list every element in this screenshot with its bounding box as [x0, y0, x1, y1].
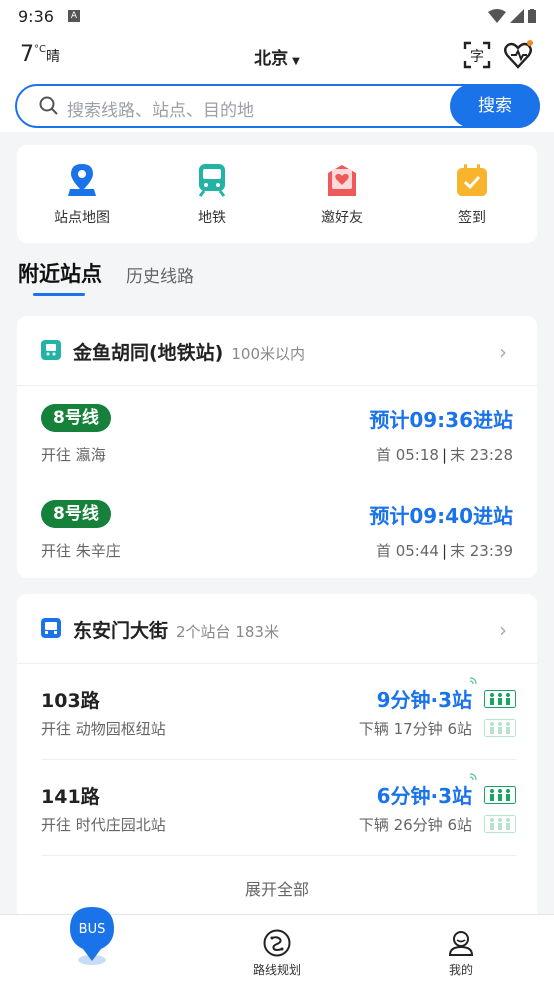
station-name: 东安门大街: [73, 620, 169, 642]
nav-route-planning[interactable]: 路线规划: [217, 915, 337, 984]
nav-label: 我的: [448, 963, 473, 977]
route-direction: 开往 动物园枢纽站: [41, 720, 166, 738]
arrival-estimate: 6分钟·3站: [376, 784, 472, 808]
city-selector[interactable]: 北京 ▼: [254, 49, 300, 69]
chevron-right-icon: ›: [499, 618, 507, 642]
station-distance: 2个站台 183米: [176, 623, 279, 641]
status-time: 9:36: [18, 6, 54, 26]
search-icon: [39, 96, 58, 115]
quick-action-checkin[interactable]: 签到: [407, 145, 537, 243]
bus-route-row[interactable]: 103路 开往 动物园枢纽站 9分钟·3站 下辆 17分钟 6站: [41, 664, 516, 760]
search-input[interactable]: 搜索线路、站点、目的地: [67, 96, 254, 121]
service-hours: 首 05:44 | 末 23:39: [376, 540, 513, 561]
line-badge: 8号线: [41, 500, 111, 528]
nav-bus-tab[interactable]: BUS: [70, 907, 114, 967]
bottom-nav: BUS 路线规划 我的: [0, 907, 554, 984]
line-direction: 开往 朱辛庄: [41, 542, 121, 560]
station-name: 金鱼胡同(地铁站): [73, 342, 224, 364]
crowd-level-icon: [484, 690, 516, 708]
quick-action-invite[interactable]: 邀好友: [277, 145, 407, 243]
service-hours: 首 05:18 | 末 23:28: [376, 444, 513, 465]
weather-condition: 晴: [45, 49, 60, 65]
route-direction: 开往 时代庄园北站: [41, 816, 166, 834]
expand-all-button[interactable]: 展开全部: [17, 876, 537, 900]
user-profile-icon: [448, 931, 474, 956]
wifi-icon: [488, 9, 506, 23]
tab-nearby-stations[interactable]: 附近站点: [18, 258, 102, 288]
line-direction: 开往 瀛海: [41, 446, 106, 464]
heart-care-icon[interactable]: [503, 40, 533, 70]
next-bus-info: 下辆 17分钟 6站: [358, 720, 472, 738]
line-badge: 8号线: [41, 404, 111, 432]
bus-station-card: 东安门大街 2个站台 183米 › 103路 开往 动物园枢纽站 9分钟·3站 下…: [17, 594, 537, 914]
crowd-level-icon: [484, 815, 516, 833]
first-train: 首 05:18: [375, 446, 439, 464]
station-header[interactable]: 东安门大街 2个站台 183米 ›: [17, 594, 537, 664]
station-header[interactable]: 金鱼胡同(地铁站) 100米以内 ›: [17, 316, 537, 386]
subway-station-card: 金鱼胡同(地铁站) 100米以内 › 8号线 开往 瀛海 预计09:36进站 首 …: [17, 316, 537, 578]
last-train: 末 23:28: [450, 446, 513, 464]
signal-icon: [510, 9, 524, 23]
caret-down-icon: ▼: [292, 56, 300, 67]
quick-action-subway[interactable]: 地铁: [147, 145, 277, 243]
temperature: 7: [20, 42, 34, 67]
quick-action-label: 站点地图: [54, 210, 110, 226]
realtime-signal-icon: [470, 773, 477, 780]
last-train: 末 23:39: [450, 542, 513, 560]
crowd-level-icon: [484, 719, 516, 737]
quick-action-label: 签到: [458, 210, 486, 226]
crowd-level-icon: [484, 786, 516, 804]
subway-station-icon: [41, 340, 61, 360]
arrival-estimate: 预计09:36进站: [369, 408, 513, 432]
status-icons: [488, 9, 536, 23]
arrival-estimate: 9分钟·3站: [376, 688, 472, 712]
station-distance: 100米以内: [231, 345, 306, 363]
bus-stop-icon: [41, 618, 61, 638]
route-planning-icon: [263, 929, 291, 957]
chevron-right-icon: ›: [499, 340, 507, 364]
checkin-calendar-icon: [457, 164, 487, 196]
status-bar: 9:36 A: [0, 0, 554, 32]
quick-actions: 站点地图 地铁 邀好友 签到: [17, 145, 537, 243]
temperature-unit: °C: [34, 44, 46, 55]
subway-line-row[interactable]: 8号线 开往 瀛海 预计09:36进站 首 05:18 | 末 23:28: [17, 386, 537, 476]
active-tab-indicator: [33, 293, 85, 296]
header: 7°C晴 北京 ▼ 字 搜索线路、站点、目的地 搜索: [0, 32, 554, 132]
next-bus-info: 下辆 26分钟 6站: [358, 816, 472, 834]
bus-route-row[interactable]: 141路 开往 时代庄园北站 6分钟·3站 下辆 26分钟 6站: [41, 760, 516, 856]
city-name: 北京: [254, 49, 289, 69]
quick-action-station-map[interactable]: 站点地图: [17, 145, 147, 243]
route-number: 103路: [41, 690, 100, 712]
search-button[interactable]: 搜索: [450, 84, 540, 128]
quick-action-label: 地铁: [198, 210, 226, 226]
realtime-signal-icon: [470, 677, 477, 684]
bus-tab-label: BUS: [79, 922, 106, 937]
nav-label: 路线规划: [252, 963, 301, 977]
sim-indicator-icon: A: [67, 10, 80, 22]
weather-widget[interactable]: 7°C晴: [20, 42, 60, 67]
scan-text-icon[interactable]: 字: [462, 40, 492, 70]
divider: |: [441, 542, 447, 560]
svg-text:字: 字: [470, 49, 484, 65]
first-train: 首 05:44: [375, 542, 439, 560]
search-bar[interactable]: 搜索线路、站点、目的地 搜索: [15, 84, 540, 128]
subway-line-row[interactable]: 8号线 开往 朱辛庄 预计09:40进站 首 05:44 | 末 23:39: [17, 482, 537, 572]
nav-mine[interactable]: 我的: [401, 915, 521, 984]
route-number: 141路: [41, 786, 100, 808]
invite-heart-icon: [328, 165, 356, 196]
quick-action-label: 邀好友: [321, 210, 363, 226]
subway-icon: [198, 164, 226, 197]
arrival-estimate: 预计09:40进站: [369, 504, 513, 528]
tab-history-lines[interactable]: 历史线路: [126, 262, 194, 287]
divider: |: [441, 446, 447, 464]
location-pin-icon: [68, 164, 96, 196]
battery-icon: [528, 9, 536, 23]
